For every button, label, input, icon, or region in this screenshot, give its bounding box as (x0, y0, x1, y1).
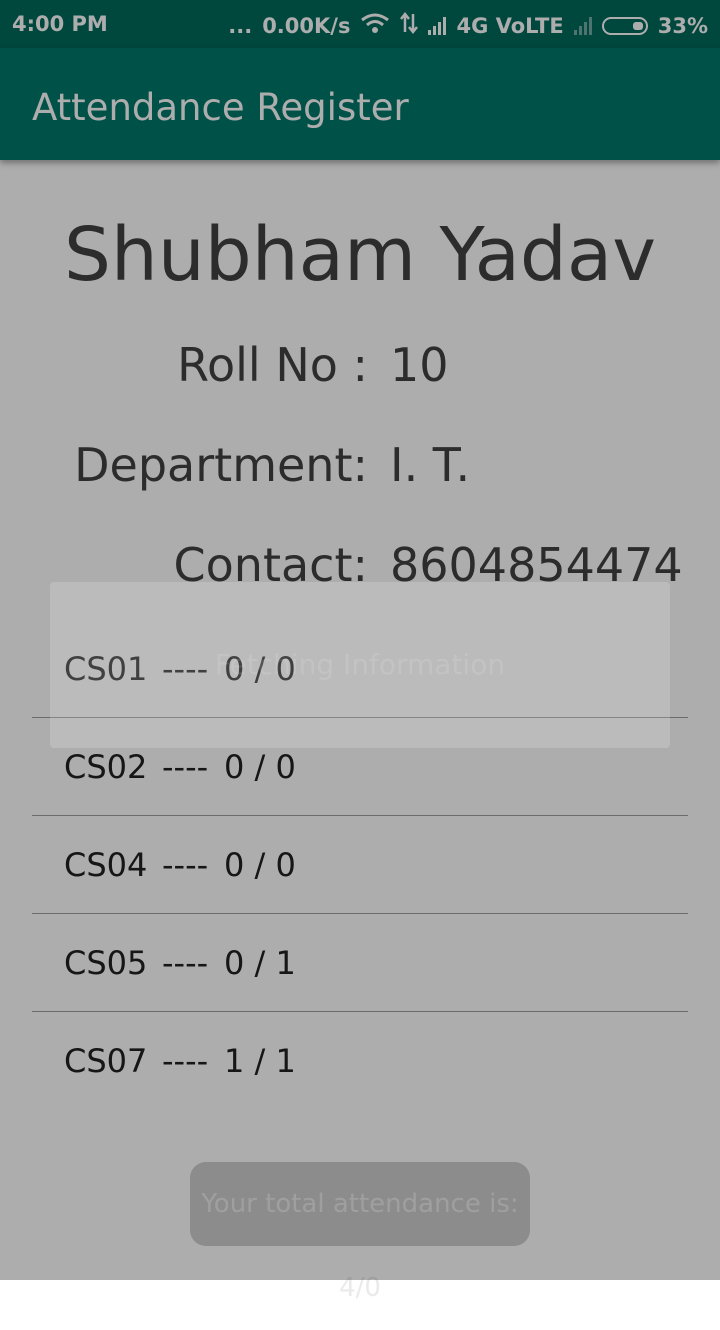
progress-dialog: Fetching Information (50, 582, 670, 748)
progress-message: Fetching Information (214, 648, 506, 681)
